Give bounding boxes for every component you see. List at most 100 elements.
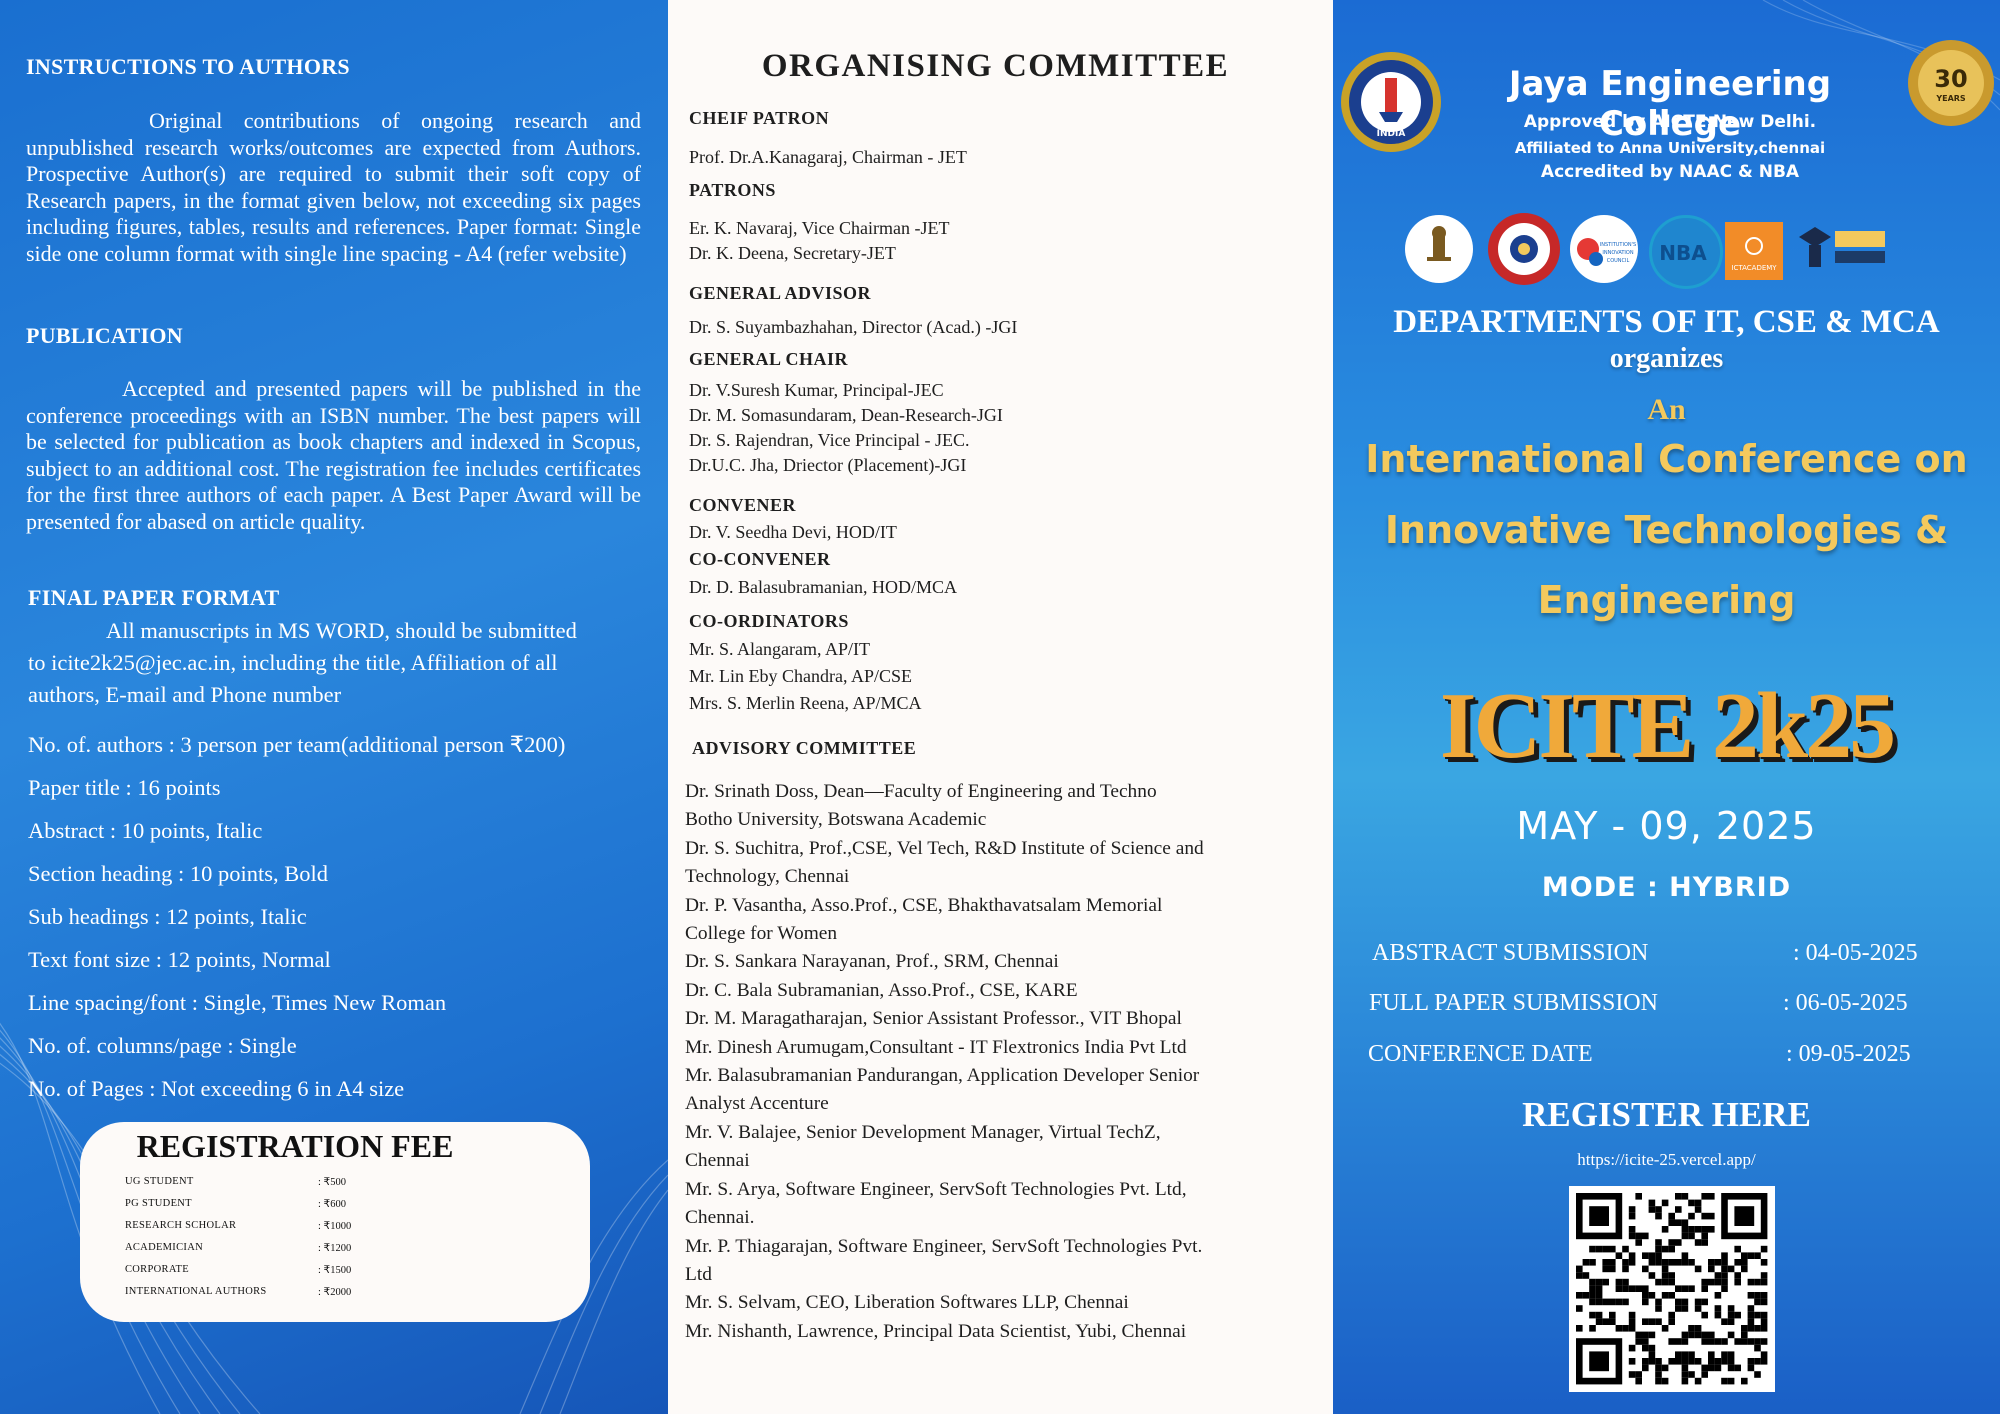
seal-text: INDIA: [1377, 129, 1406, 139]
an-text: An: [1647, 393, 1686, 426]
publication-text: Accepted and presented papers will be pu…: [26, 376, 641, 534]
registration-fee-card: REGISTRATION FEE UG STUDENT : ₹500 PG ST…: [80, 1122, 590, 1322]
advisory-line: College for Women: [685, 923, 838, 945]
format-item: Section heading : 10 points, Bold: [28, 861, 328, 886]
college-seal-logo: INDIA: [1339, 50, 1443, 154]
final-format-heading: FINAL PAPER FORMAT: [28, 585, 280, 610]
college-approval: Approved by AICTE,New Delhi.: [1523, 112, 1817, 132]
register-link[interactable]: https://icite-25.vercel.app/: [1333, 1150, 2000, 1170]
advisory-line: Chennai.: [685, 1207, 755, 1229]
badge-word: YEARS: [1935, 94, 1966, 103]
fee-category: PG STUDENT: [125, 1198, 192, 1209]
final-format-line-1: All manuscripts in MS WORD, should be su…: [106, 618, 577, 643]
advisory-line: Analyst Accenture: [685, 1093, 829, 1115]
advisory-line: Mr. Dinesh Arumugam,Consultant - IT Flex…: [685, 1036, 1187, 1058]
advisory-line: Dr. M. Maragatharajan, Senior Assistant …: [685, 1008, 1182, 1030]
general-chair-name: Dr. V.Suresh Kumar, Principal-JEC: [689, 380, 944, 400]
advisory-line: Mr. Nishanth, Lawrence, Principal Data S…: [685, 1320, 1187, 1342]
advisory-line: Dr. C. Bala Subramanian, Asso.Prof., CSE…: [685, 979, 1078, 1001]
chief-patron-heading: CHEIF PATRON: [689, 108, 830, 128]
format-item: Line spacing/font : Single, Times New Ro…: [28, 990, 447, 1015]
general-chair-heading: GENERAL CHAIR: [689, 349, 849, 369]
committee-panel: ORGANISING COMMITTEE CHEIF PATRON Prof. …: [668, 0, 1333, 1414]
conference-date-label: CONFERENCE DATE: [1368, 1041, 1593, 1067]
coordinator-name: Mrs. S. Merlin Reena, AP/MCA: [689, 693, 922, 713]
fee-category: ACADEMICIAN: [125, 1242, 203, 1253]
format-item: No. of. columns/page : Single: [28, 1033, 297, 1058]
general-chair-name: Dr.U.C. Jha, Driector (Placement)-JGI: [689, 455, 967, 475]
iic-logo: [1488, 213, 1560, 285]
advisory-line: Ltd: [685, 1263, 712, 1285]
nba-logo: NBA: [1649, 215, 1723, 289]
organizes-text: organizes: [1609, 343, 1724, 374]
final-format-line-2: to icite2k25@jec.ac.in, including the ti…: [28, 650, 558, 675]
fee-category: UG STUDENT: [125, 1176, 194, 1187]
instructions-heading: INSTRUCTIONS TO AUTHORS: [26, 54, 350, 79]
advisory-list: Dr. Srinath Doss, Dean—Faculty of Engine…: [685, 778, 1330, 1346]
advisory-line: Mr. S. Arya, Software Engineer, ServSoft…: [685, 1178, 1187, 1200]
fee-amount: : ₹1000: [318, 1221, 352, 1232]
instructions-panel: INSTRUCTIONS TO AUTHORS Original contrib…: [0, 0, 668, 1414]
format-item: Text font size : 12 points, Normal: [28, 947, 331, 972]
general-advisor-name: Dr. S. Suyambazhahan, Director (Acad.) -…: [689, 317, 1018, 337]
chief-patron-name: Prof. Dr.A.Kanagaraj, Chairman - JET: [689, 147, 967, 167]
full-paper-label: FULL PAPER SUBMISSION: [1369, 990, 1658, 1016]
fee-amount: : ₹1200: [318, 1243, 352, 1254]
coordinator-name: Mr. Lin Eby Chandra, AP/CSE: [689, 666, 913, 686]
publication-heading: PUBLICATION: [26, 323, 183, 348]
registration-fee-title: REGISTRATION FEE: [136, 1128, 454, 1164]
anniversary-badge: 30 YEARS: [1906, 38, 1996, 128]
advisory-line: Mr. V. Balajee, Senior Development Manag…: [685, 1121, 1161, 1143]
college-accreditation: Accredited by NAAC & NBA: [1540, 162, 1800, 182]
innovation-council-logo: INSTITUTION'S INNOVATION COUNCIL: [1570, 215, 1638, 283]
coordinators-heading: CO-ORDINATORS: [689, 611, 849, 631]
general-chair-name: Dr. S. Rajendran, Vice Principal - JEC.: [689, 430, 970, 450]
advisory-line: Dr. S. Suchitra, Prof.,CSE, Vel Tech, R&…: [685, 837, 1204, 859]
naan-mudhalvan-logo: [1795, 215, 1891, 281]
qr-code[interactable]: [1569, 1186, 1775, 1392]
patrons-heading: PATRONS: [689, 180, 776, 200]
advisory-line: Dr. Srinath Doss, Dean—Faculty of Engine…: [685, 781, 1157, 802]
abstract-submission-label: ABSTRACT SUBMISSION: [1372, 940, 1649, 966]
college-affiliation: Affiliated to Anna University,chennai: [1514, 139, 1826, 157]
general-advisor-heading: GENERAL ADVISOR: [689, 283, 872, 303]
advisory-line: Chennai: [685, 1150, 750, 1172]
advisory-line: Mr. S. Selvam, CEO, Liberation Softwares…: [685, 1292, 1129, 1314]
svg-text:INNOVATION: INNOVATION: [1602, 250, 1633, 256]
fee-amount: : ₹500: [318, 1177, 346, 1188]
convener-heading: CONVENER: [689, 495, 797, 515]
general-chair-name: Dr. M. Somasundaram, Dean-Research-JGI: [689, 405, 1003, 425]
format-item: No. of Pages : Not exceeding 6 in A4 siz…: [28, 1076, 405, 1101]
full-paper-date: : 06-05-2025: [1783, 990, 1908, 1016]
conference-date: MAY - 09, 2025: [1516, 804, 1817, 848]
fee-amount: : ₹2000: [318, 1287, 352, 1298]
format-item: Abstract : 10 points, Italic: [28, 818, 263, 843]
conference-title-line-2: Innovative Technologies &: [1384, 508, 1949, 552]
instructions-text: Original contributions of ongoing resear…: [26, 108, 641, 266]
advisory-line: Mr. P. Thiagarajan, Software Engineer, S…: [685, 1235, 1203, 1257]
convener-name: Dr. V. Seedha Devi, HOD/IT: [689, 522, 897, 542]
advisory-line: Botho University, Botswana Academic: [685, 809, 987, 831]
format-item: Sub headings : 12 points, Italic: [28, 904, 307, 929]
nba-label: NBA: [1659, 241, 1707, 265]
ictacademy-logo: ICTACADEMY: [1725, 222, 1783, 280]
emblem-logo: [1405, 215, 1473, 283]
badge-number: 30: [1934, 65, 1967, 93]
committee-title: ORGANISING COMMITTEE: [761, 48, 1230, 84]
fee-category: RESEARCH SCHOLAR: [125, 1220, 237, 1231]
ictacademy-label: ICTACADEMY: [1731, 264, 1777, 272]
departments-heading: DEPARTMENTS OF IT, CSE & MCA: [1393, 304, 1940, 340]
iic-label: INSTITUTION'S: [1600, 242, 1636, 248]
conference-date-value: : 09-05-2025: [1786, 1041, 1911, 1067]
advisory-heading: ADVISORY COMMITTEE: [692, 738, 917, 758]
final-format-line-3: authors, E-mail and Phone number: [28, 682, 342, 707]
fee-amount: : ₹600: [318, 1199, 346, 1210]
patron-name: Dr. K. Deena, Secretary-JET: [689, 243, 896, 263]
fee-amount: : ₹1500: [318, 1265, 352, 1276]
format-item: Paper title : 16 points: [28, 775, 221, 800]
fee-category: INTERNATIONAL AUTHORS: [125, 1286, 267, 1297]
advisory-line: Technology, Chennai: [685, 866, 850, 888]
abstract-submission-date: : 04-05-2025: [1793, 940, 1918, 966]
conference-title-line-1: International Conference on: [1365, 437, 1968, 481]
advisory-line: Dr. S. Sankara Narayanan, Prof., SRM, Ch…: [685, 951, 1059, 973]
